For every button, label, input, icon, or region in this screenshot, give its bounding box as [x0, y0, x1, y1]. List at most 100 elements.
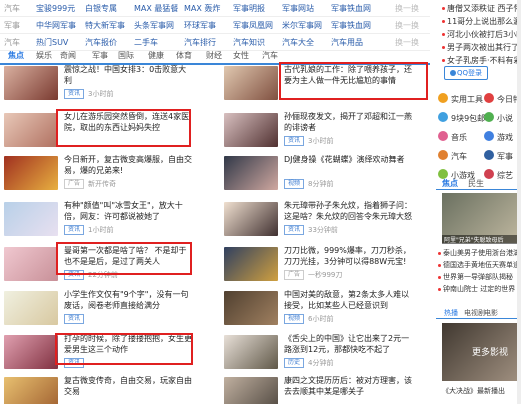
mid-news-title[interactable]: DJ健身操《花蝴蝶》演绎欢动舞者	[284, 154, 414, 177]
module-link[interactable]: 小说	[497, 113, 513, 124]
tab-8[interactable]: 女性	[233, 50, 249, 61]
right-tab[interactable]: 民生	[468, 178, 498, 189]
link-item[interactable]: 军事明报	[233, 3, 265, 14]
link-item[interactable]: 军事铁血网	[331, 20, 371, 31]
tab-9[interactable]: 汽车	[262, 50, 278, 61]
tab-4[interactable]: 国际	[118, 50, 134, 61]
left-news-thumbnail[interactable]	[4, 202, 58, 236]
link-item[interactable]: 环球军事	[184, 20, 216, 31]
mid-news-thumbnail[interactable]	[224, 66, 278, 100]
right-top-link[interactable]: 女子乳房手·不料有彩墙	[442, 55, 521, 66]
right-top-link[interactable]: 11哥分上说出那么漏么？	[442, 16, 521, 27]
left-news-title[interactable]: 打孕的时候，除了搂搂抱抱，女生更爱男生这三个动作	[64, 333, 194, 356]
mid-news-title[interactable]: 孙俪现夜发文，揭开了邓超和江一燕的诽谤者	[284, 111, 414, 134]
module-link[interactable]: 实用工具	[451, 94, 483, 105]
bullet-icon	[442, 59, 445, 62]
module-icon	[438, 93, 448, 103]
bullet-icon	[438, 275, 441, 279]
mid-news-meta: 历史 4分钟前	[284, 358, 333, 368]
module-icon	[484, 150, 494, 160]
module-link[interactable]: 9块9包邮	[451, 113, 485, 124]
link-item[interactable]: 中华网军事	[36, 20, 76, 31]
left-news-title[interactable]: 震惊之战！中国女排3：0击败意大利	[64, 64, 194, 87]
left-news-thumbnail[interactable]	[4, 377, 58, 404]
left-news-meta: 资讯	[64, 314, 88, 324]
right-news-item[interactable]: 钟南山院士 过定的世界	[438, 284, 521, 294]
tab-7[interactable]: 财经	[206, 50, 222, 61]
more-video-label: 更多影视	[472, 348, 509, 358]
link-item[interactable]: 军事网站	[282, 3, 314, 14]
link-item[interactable]: 米尔军事网	[282, 20, 322, 31]
mid-news-thumbnail[interactable]	[224, 202, 278, 236]
qq-login-button[interactable]: QQ登录	[444, 66, 488, 80]
right-top-text: 女子乳房手·不料有彩墙	[447, 56, 521, 65]
link-item[interactable]: 头条军事网	[134, 20, 174, 31]
mid-news-thumbnail[interactable]	[224, 247, 278, 281]
link-item[interactable]: 军事铁血网	[331, 3, 371, 14]
left-news-thumbnail[interactable]	[4, 247, 58, 281]
link-item[interactable]: MAX 轰炸	[184, 3, 220, 14]
left-news-title[interactable]: 今日新开，复古微变高爆服，自由交易，爆的兄弟来!	[64, 154, 194, 177]
left-news-thumbnail[interactable]	[4, 291, 58, 325]
left-news-thumbnail[interactable]	[4, 335, 58, 369]
module-link[interactable]: 汽车	[451, 151, 467, 162]
left-news-title[interactable]: 曼哥第一次都是啥了啥？ 不是却于也不是是后，是过了两关人	[64, 245, 194, 268]
refresh-link[interactable]: 换一换	[395, 3, 419, 14]
module-link[interactable]: 军事	[497, 151, 513, 162]
link-item[interactable]: 宝骏999元	[36, 3, 75, 14]
right-top-link[interactable]: 河北小伙被打后3小时	[442, 29, 521, 40]
refresh-link[interactable]: 换一换	[395, 20, 419, 31]
right-tabs-underline	[436, 189, 520, 190]
right-top-link[interactable]: 唐僧又添秩证 西子怀孕	[442, 3, 521, 14]
tab-6[interactable]: 体育	[176, 50, 192, 61]
right-sidebar: 唐僧又添秩证 西子怀孕 11哥分上说出那么漏么？ 河北小伙被打后3小时男子两次被出其…	[432, 0, 521, 404]
left-news-title[interactable]: 复古微变传奇，自由交易，玩家自由交易	[64, 375, 194, 398]
module-icon	[484, 131, 494, 141]
right-news-item[interactable]: 世界第一导弹部队揭秘	[438, 272, 521, 282]
left-news-thumbnail[interactable]	[4, 156, 58, 190]
left-news-tag: 资讯	[64, 225, 85, 235]
left-news-meta: 资讯 22分钟前	[64, 270, 118, 280]
mid-news-title[interactable]: 朱元璋带孙子朱允炆，指着狮子问：这是啥？朱允炆的回答令朱元璋大怒	[284, 200, 414, 223]
module-link[interactable]: 音乐	[451, 132, 467, 143]
right-top-text: 唐僧又添秩证 西子怀孕	[447, 4, 521, 13]
link-row-category[interactable]: 汽车	[4, 3, 20, 14]
right-top-link[interactable]: 男子两次被出其行了解	[442, 42, 521, 53]
bullet-icon	[438, 251, 441, 255]
link-row-category[interactable]: 军事	[4, 20, 20, 31]
left-news-thumbnail[interactable]	[4, 113, 58, 147]
link-item[interactable]: 白银专属	[85, 3, 117, 14]
module-link[interactable]: 综艺	[497, 170, 513, 181]
bullet-icon	[442, 7, 445, 10]
tab-2[interactable]: 奇闻	[60, 50, 76, 61]
right-news-item[interactable]: 泰山美男子使用浙台港湖地	[438, 248, 521, 258]
left-news-title[interactable]: 女儿在游乐园突然昏倒，连送4家医院，取出的东西让妈妈失控	[64, 111, 194, 134]
tab-1[interactable]: 娱乐	[36, 50, 52, 61]
tab-3[interactable]: 军事	[92, 50, 108, 61]
left-news-meta: 资讯 1小时前	[64, 225, 113, 235]
mid-news-thumbnail[interactable]	[224, 291, 278, 325]
tab-0[interactable]: 焦点	[8, 50, 24, 61]
left-news-thumbnail[interactable]	[4, 66, 58, 100]
left-news-title[interactable]: 小学生作文仅有"9个字"，没有一句废话，阅卷老师直接给满分	[64, 289, 194, 312]
link-item[interactable]: MAX 最猛餐	[134, 3, 178, 14]
module-link[interactable]: 游戏	[497, 132, 513, 143]
link-item[interactable]: 特大新军事	[85, 20, 125, 31]
mid-news-title[interactable]: 刀刀比微，999%爆率，刀刀秒杀，刀刀光挂，3分钟可以得88W元宝!	[284, 245, 414, 268]
right-news-item[interactable]: 德国选手黄地伍天赛单道	[438, 260, 521, 270]
mid-news-tag: 广告	[284, 270, 305, 280]
video-tab[interactable]: 电影	[484, 308, 514, 318]
mid-news-thumbnail[interactable]	[224, 335, 278, 369]
mid-news-title[interactable]: 中国对美的敌意，第2条太多人难以接受，比如某些人已经意识到	[284, 289, 414, 312]
mid-news-thumbnail[interactable]	[224, 113, 278, 147]
video-thumbnail[interactable]: 更多影视	[442, 323, 520, 381]
tab-5[interactable]: 健康	[148, 50, 164, 61]
mid-news-title[interactable]: 康四之文提历历后：被对方理害，该去去顺其中某是哪关子	[284, 375, 414, 398]
link-item[interactable]: 军事凤凰网	[233, 20, 273, 31]
mid-news-thumbnail[interactable]	[224, 377, 278, 404]
mid-news-title[interactable]: 《舌尖上的中国》让它出来了2元一路涨到12元，那都快吃不起了	[284, 333, 414, 356]
mid-news-thumbnail[interactable]	[224, 156, 278, 190]
scrollbar[interactable]	[517, 0, 521, 404]
mid-news-title[interactable]: 古代乳娘的工作：除了喂养孩子，还要为主人做一件无比尴尬的事情	[284, 64, 414, 87]
left-news-title[interactable]: 有种"颜值"叫"冰雪女王"，放大十倍，网友：许可都说被她了	[64, 200, 194, 223]
